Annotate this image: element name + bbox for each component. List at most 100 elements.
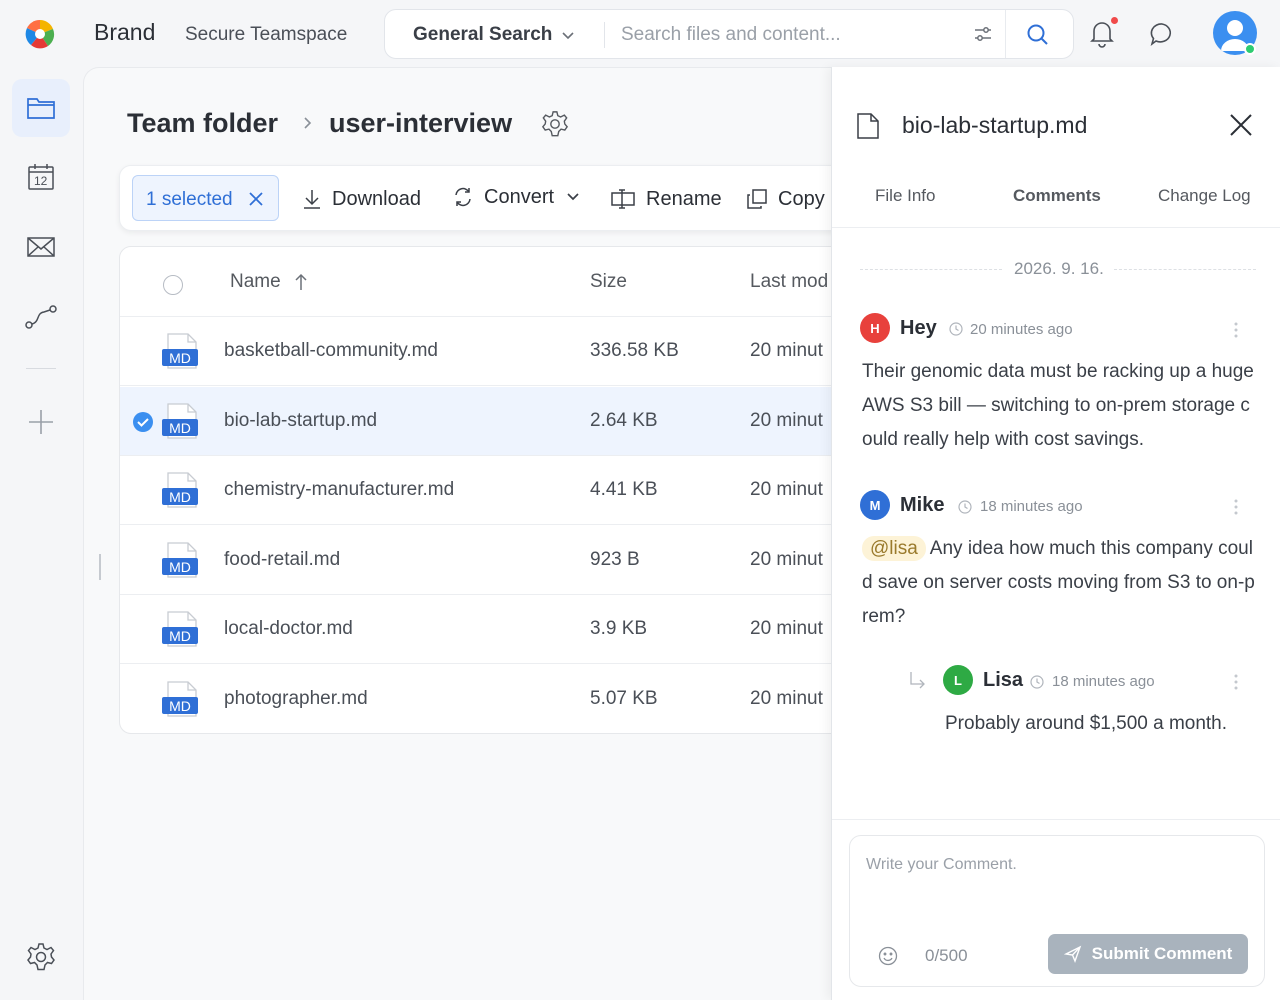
table-row[interactable]: MD local-doctor.md 3.9 KB 20 minut bbox=[120, 595, 858, 665]
close-panel-icon[interactable] bbox=[1228, 112, 1254, 138]
avatar-initial: L bbox=[954, 672, 962, 688]
calendar-icon: 12 bbox=[26, 162, 56, 192]
comment-input[interactable] bbox=[866, 856, 1246, 916]
file-icon bbox=[856, 112, 880, 140]
comment-text: Probably around $1,500 a month. bbox=[945, 713, 1228, 734]
rail-files[interactable] bbox=[12, 79, 70, 137]
date-divider bbox=[860, 269, 1002, 270]
teamspace-name: Secure Teamspace bbox=[185, 24, 348, 45]
sort-arrow-up-icon[interactable] bbox=[293, 273, 309, 291]
table-row[interactable]: MD photographer.md 5.07 KB 20 minut bbox=[120, 665, 858, 733]
file-modified: 20 minut bbox=[750, 479, 823, 501]
copy-label: Copy bbox=[778, 187, 825, 210]
comment-author: Hey bbox=[900, 317, 937, 339]
tab-file-info[interactable]: File Info bbox=[875, 186, 935, 206]
breadcrumb-root[interactable]: Team folder bbox=[127, 108, 278, 139]
select-all-checkbox[interactable] bbox=[163, 275, 183, 295]
file-modified: 20 minut bbox=[750, 688, 823, 709]
rail-mail[interactable] bbox=[12, 218, 70, 276]
column-name[interactable]: Name bbox=[230, 271, 281, 293]
rail-divider bbox=[26, 368, 56, 369]
filter-sliders-icon[interactable] bbox=[973, 24, 993, 44]
column-last-modified[interactable]: Last mod bbox=[750, 271, 828, 293]
character-counter: 0/500 bbox=[925, 946, 968, 965]
table-row[interactable]: MD basketball-community.md 336.58 KB 20 min… bbox=[120, 317, 858, 386]
more-options-icon[interactable] bbox=[1234, 321, 1238, 339]
table-row[interactable]: MD bio-lab-startup.md 2.64 KB 20 minut bbox=[120, 386, 858, 456]
sidebar-resize-handle[interactable] bbox=[99, 554, 101, 580]
clear-selection-close-icon[interactable] bbox=[247, 190, 265, 208]
search-scope-dropdown[interactable]: General Search bbox=[413, 24, 552, 46]
table-header: Name Size Last mod bbox=[120, 247, 858, 317]
convert-label: Convert bbox=[484, 185, 555, 208]
svg-text:MD: MD bbox=[169, 489, 191, 505]
submit-comment-button[interactable]: Submit Comment bbox=[1048, 934, 1248, 974]
file-modified: 20 minut bbox=[750, 548, 823, 570]
markdown-file-icon: MD bbox=[162, 402, 200, 440]
convert-button[interactable]: Convert bbox=[452, 182, 580, 212]
compose-divider bbox=[832, 819, 1280, 820]
file-size: 3.9 KB bbox=[590, 618, 648, 640]
file-details-panel: bio-lab-startup.md File Info Comments Ch… bbox=[831, 67, 1280, 1000]
brand-name: Brand bbox=[94, 19, 156, 45]
file-size: 2.64 KB bbox=[590, 409, 658, 431]
comments-date: 2026. 9. 16. bbox=[1014, 259, 1104, 278]
comment-composer: 0/500 Submit Comment bbox=[849, 835, 1265, 987]
file-name[interactable]: photographer.md bbox=[224, 688, 368, 710]
folder-settings-gear-icon[interactable] bbox=[541, 110, 569, 138]
notification-dot bbox=[1111, 17, 1118, 24]
rename-label: Rename bbox=[646, 187, 722, 210]
mail-icon bbox=[26, 235, 56, 259]
tab-comments[interactable]: Comments bbox=[1013, 186, 1101, 206]
rail-calendar[interactable]: 12 bbox=[12, 148, 70, 206]
file-name[interactable]: chemistry-manufacturer.md bbox=[224, 479, 454, 501]
file-modified: 20 minut bbox=[750, 409, 823, 431]
svg-text:MD: MD bbox=[169, 628, 191, 644]
file-name[interactable]: basketball-community.md bbox=[224, 340, 438, 362]
more-options-icon[interactable] bbox=[1234, 498, 1238, 516]
clock-icon bbox=[949, 322, 963, 336]
tab-change-log[interactable]: Change Log bbox=[1158, 186, 1251, 206]
avatar-initial: H bbox=[870, 320, 880, 336]
row-checked-icon[interactable] bbox=[132, 411, 154, 433]
send-icon bbox=[1063, 945, 1082, 963]
chevron-down-icon bbox=[566, 190, 580, 204]
file-name[interactable]: local-doctor.md bbox=[224, 618, 353, 640]
comment-avatar: M bbox=[860, 490, 890, 520]
file-name[interactable]: bio-lab-startup.md bbox=[224, 410, 377, 432]
mention-tag[interactable]: @lisa bbox=[862, 536, 926, 561]
comment-text: @lisa Any idea how much this company coul… bbox=[862, 532, 1257, 634]
chevron-down-icon[interactable] bbox=[561, 28, 575, 42]
chat-bubble-icon[interactable] bbox=[1148, 20, 1176, 48]
download-icon bbox=[302, 188, 322, 210]
column-size[interactable]: Size bbox=[590, 271, 627, 293]
search-input[interactable] bbox=[621, 22, 951, 48]
file-modified: 20 minut bbox=[750, 618, 823, 640]
more-options-icon[interactable] bbox=[1234, 673, 1238, 691]
comment-time: 20 minutes ago bbox=[970, 321, 1073, 338]
download-label: Download bbox=[332, 187, 421, 210]
route-icon bbox=[24, 303, 58, 331]
emoji-smile-icon[interactable] bbox=[878, 946, 898, 966]
markdown-file-icon: MD bbox=[162, 471, 200, 509]
rail-settings[interactable] bbox=[12, 928, 70, 986]
table-row[interactable]: MD chemistry-manufacturer.md 4.41 KB 20 min… bbox=[120, 456, 858, 526]
rail-add[interactable] bbox=[12, 393, 70, 451]
table-row[interactable]: MD food-retail.md 923 B 20 minut bbox=[120, 526, 858, 595]
file-name[interactable]: food-retail.md bbox=[224, 549, 340, 571]
breadcrumb-current: user-interview bbox=[329, 108, 513, 138]
markdown-file-icon: MD bbox=[162, 541, 200, 579]
breadcrumb-chevron-icon bbox=[302, 116, 314, 130]
brand-logo-icon[interactable] bbox=[24, 18, 56, 50]
search-icon[interactable] bbox=[1025, 22, 1051, 48]
rename-button[interactable]: Rename bbox=[610, 184, 722, 214]
download-button[interactable]: Download bbox=[302, 184, 421, 214]
date-divider bbox=[1114, 269, 1256, 270]
folder-icon bbox=[26, 95, 56, 121]
copy-button[interactable]: Copy bbox=[746, 184, 825, 214]
search-bar: General Search bbox=[384, 9, 1074, 59]
avatar-initial: M bbox=[869, 497, 881, 513]
reply-arrow-icon bbox=[908, 670, 928, 690]
rail-workflow[interactable] bbox=[12, 288, 70, 346]
top-bar: Brand Secure Teamspace General Search bbox=[0, 0, 1280, 68]
